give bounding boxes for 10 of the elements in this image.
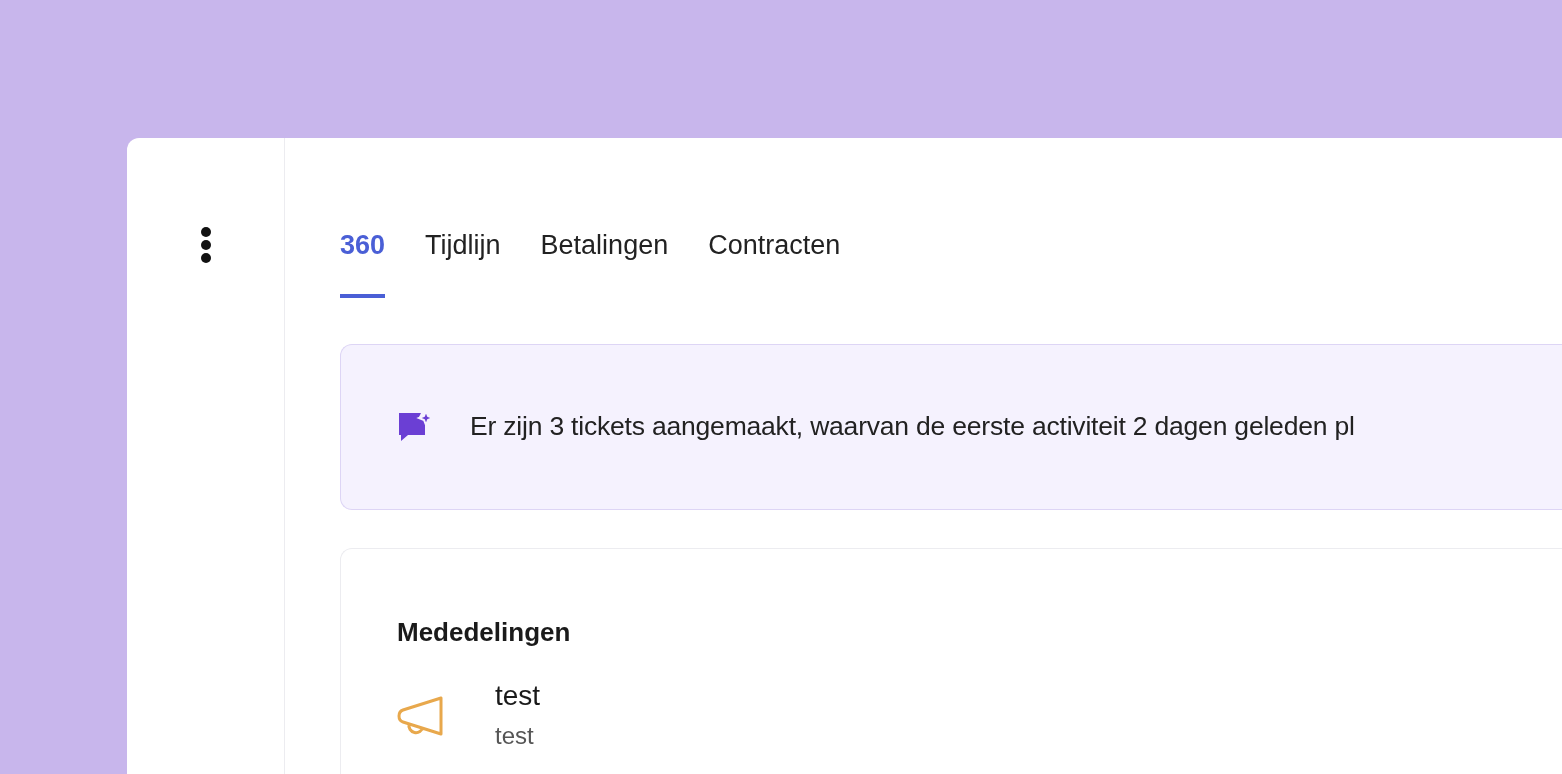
tab[interactable]: Tijdlijn: [425, 226, 501, 298]
insight-text: Er zijn 3 tickets aangemaakt, waarvan de eerste activiteit 2 dagen geleden pl: [470, 410, 1355, 444]
tab[interactable]: 360: [340, 226, 386, 298]
card-title: Mededelingen: [397, 616, 572, 649]
announcement-body: test: [495, 721, 535, 751]
announcement-title: test: [495, 679, 541, 713]
tab[interactable]: Betalingen: [540, 226, 669, 298]
more-options-icon[interactable]: [199, 226, 212, 264]
megaphone-icon: [397, 695, 445, 737]
tab[interactable]: Contracten: [708, 226, 841, 298]
